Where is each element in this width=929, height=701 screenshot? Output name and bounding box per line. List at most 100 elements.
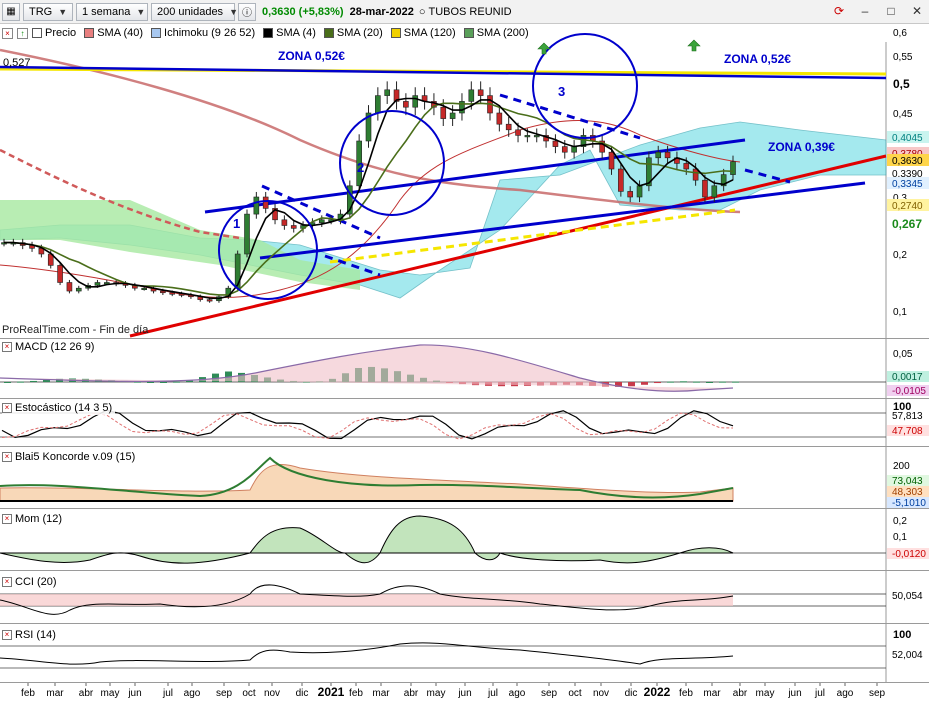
x-tick-label: oct <box>242 688 256 699</box>
x-tick-label: jul <box>162 688 173 699</box>
legend-close-icon[interactable]: × <box>2 27 13 39</box>
panel-close-icon[interactable]: × <box>2 577 12 587</box>
panel-title[interactable]: × Mom (12) <box>2 512 66 526</box>
y-tick-label: 0,2 <box>893 516 907 527</box>
price-tag: 47,708 <box>892 426 923 437</box>
panel-title[interactable]: × MACD (12 26 9) <box>2 340 98 354</box>
zone-label-right: ZONA 0,52€ <box>724 52 791 66</box>
annotation-circle-1-label: 1 <box>233 216 240 231</box>
candle-body <box>94 282 101 286</box>
annotation-circle-2-label: 2 <box>357 160 364 175</box>
candle-body <box>141 287 147 291</box>
candle-body <box>683 163 690 170</box>
panel-title[interactable]: × CCI (20) <box>2 575 60 589</box>
candle-body <box>608 151 615 170</box>
units-label: 200 unidades <box>157 5 224 18</box>
macd-bar <box>719 381 726 383</box>
maximize-icon[interactable]: □ <box>883 3 899 19</box>
y-tick-label: 0,05 <box>893 349 913 360</box>
candle-body <box>533 135 540 138</box>
refresh-icon[interactable]: ⟳ <box>831 3 847 19</box>
legend-item[interactable]: SMA (200) <box>463 27 529 39</box>
chart-canvas[interactable]: feb mar abr may jun jul ago sep oct nov dic 2021 feb… <box>0 0 929 701</box>
period-selector[interactable]: 1 semana ▼ <box>76 2 148 21</box>
panel-close-icon[interactable]: × <box>2 342 12 352</box>
panel-close-icon[interactable]: × <box>2 403 12 413</box>
legend-item[interactable]: SMA (20) <box>323 27 383 39</box>
price-tag: 0,0017 <box>892 372 923 383</box>
candle-body <box>571 146 577 153</box>
panel-close-icon[interactable]: × <box>2 630 12 640</box>
info-icon[interactable]: ⓘ <box>238 2 256 21</box>
close-icon[interactable]: ✕ <box>909 3 925 19</box>
panel-title[interactable]: × Blai5 Koncorde v.09 (15) <box>2 450 139 464</box>
macd-bar <box>641 382 648 385</box>
candle-body <box>384 89 390 96</box>
candle-body <box>730 161 736 175</box>
panel-close-icon[interactable]: × <box>2 452 12 462</box>
y-tick-label: 0,45 <box>893 109 913 120</box>
indicator-legend: × ↑ Precio SMA (40) Ichimoku (9 26 52) SMA (4… <box>0 25 533 41</box>
x-tick-label: may <box>101 688 120 699</box>
panel-title[interactable]: × RSI (14) <box>2 628 59 642</box>
panel-close-icon[interactable]: × <box>2 514 12 524</box>
y-tick-label: 100 <box>893 629 911 641</box>
x-tick-label: nov <box>264 688 280 699</box>
macd-bar <box>654 382 661 384</box>
minimize-icon[interactable]: – <box>857 3 873 19</box>
panel-title-label: Blai5 Koncorde v.09 (15) <box>15 451 136 463</box>
period-label: 1 semana <box>82 5 131 18</box>
legend-swatch <box>263 28 274 38</box>
legend-swatch <box>84 28 95 38</box>
legend-arrow-icon[interactable]: ↑ <box>17 27 28 39</box>
candle-body <box>206 299 213 302</box>
macd-bar <box>160 382 167 383</box>
y-tick-label: 0,1 <box>893 307 907 318</box>
legend-swatch <box>390 28 401 38</box>
legend-swatch <box>32 28 42 38</box>
candle-body <box>468 89 475 102</box>
candle-body <box>664 151 671 159</box>
legend-item[interactable]: Ichimoku (9 26 52) <box>151 27 255 39</box>
candle-body <box>290 225 297 229</box>
price-tag: 0,4045 <box>892 133 923 144</box>
panel-title-label: RSI (14) <box>15 629 56 641</box>
candle-body <box>449 112 456 119</box>
units-selector[interactable]: 200 unidades ▼ <box>151 2 238 21</box>
candle-body <box>496 112 503 125</box>
instrument-label: TRG <box>29 5 53 18</box>
x-tick-label: ago <box>837 688 854 699</box>
candle-body <box>375 95 381 114</box>
legend-item[interactable]: Precio <box>32 27 76 39</box>
macd-bar <box>43 379 50 382</box>
price-tag: 0,2740 <box>892 201 923 212</box>
candle-body <box>561 146 568 153</box>
zone-label-mid: ZONA 0,39€ <box>768 140 835 154</box>
macd-bar <box>706 382 713 383</box>
candle-body <box>244 213 250 255</box>
candle-body <box>692 168 699 181</box>
candle-body <box>253 196 260 215</box>
candle-body <box>618 168 624 192</box>
macd-bar <box>628 382 635 387</box>
legend-item[interactable]: SMA (40) <box>84 27 143 39</box>
candle-body <box>515 129 521 136</box>
toolbar: ▦ TRG ▼ 1 semana ▼ 200 unidades ▼ ⓘ 0,3630 … <box>0 0 929 24</box>
instrument-icon[interactable]: ▦ <box>2 2 20 21</box>
panel-title[interactable]: × Estocástico (14 3 5) <box>2 401 116 415</box>
legend-label: Ichimoku (9 26 52) <box>164 27 256 39</box>
panel-title-label: Estocástico (14 3 5) <box>15 402 113 414</box>
x-tick-label: mar <box>372 688 390 699</box>
instrument-selector[interactable]: TRG ▼ <box>23 2 73 21</box>
panel-title-label: Mom (12) <box>15 513 63 525</box>
legend-item[interactable]: SMA (4) <box>263 27 316 39</box>
x-tick-label: dic <box>625 688 638 699</box>
y-tick-label: 0,55 <box>893 52 913 63</box>
candle-body <box>75 287 82 292</box>
macd-bar <box>173 381 180 383</box>
x-tick-label: jul <box>814 688 825 699</box>
legend-item[interactable]: SMA (120) <box>390 27 456 39</box>
candle-body <box>702 179 708 198</box>
x-tick-label: feb <box>21 688 35 699</box>
candle-body <box>412 95 419 108</box>
